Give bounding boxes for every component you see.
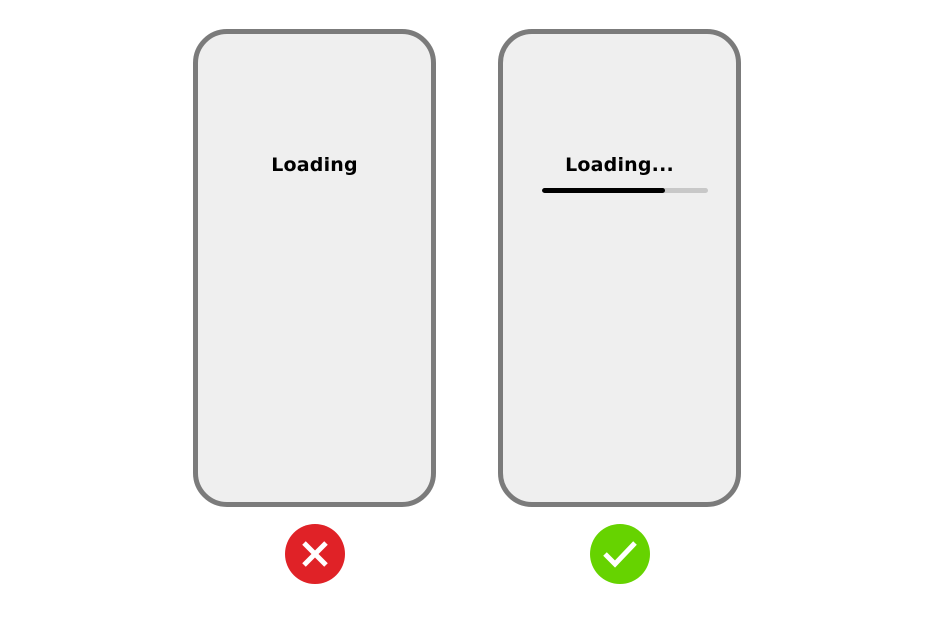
phone-frame-good-example: Loading... (498, 29, 741, 507)
incorrect-badge (285, 524, 345, 584)
progress-bar-fill (542, 188, 665, 193)
phone-frame-bad-example: Loading (193, 29, 436, 507)
correct-badge (590, 524, 650, 584)
cross-icon (302, 541, 328, 567)
loading-label-with-ellipsis: Loading... (565, 154, 674, 176)
checkmark-icon (603, 541, 637, 568)
progress-bar (542, 188, 708, 193)
loading-label: Loading (271, 154, 358, 176)
